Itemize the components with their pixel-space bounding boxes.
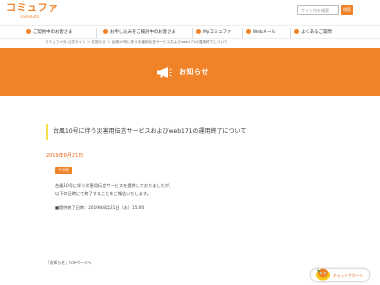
nav-item-current-customers[interactable]: ご契約中のお客さま [26, 28, 73, 38]
nav-item-label: ご契約中のお客さま [33, 30, 73, 35]
question-icon [294, 28, 299, 34]
logo-main-text: コミュファ [6, 3, 59, 14]
site-logo[interactable]: コミュファ commufa [6, 3, 59, 19]
nav-item-label: Myコミュファ [203, 30, 232, 35]
article-title: 台風10号に伴う災害用伝言サービスおよびweb171の運用終了について [46, 124, 333, 140]
end-time-line: ■提供終了日時：2019年8月21日（水）15:00 [55, 205, 145, 210]
document-icon [103, 28, 108, 34]
mail-icon [246, 28, 251, 34]
nav-item-webmail[interactable]: Webメール [246, 28, 276, 38]
chat-support-label: チャットサポート [333, 273, 364, 278]
global-nav: ご契約中のお客さま お申し込みをご検討中のお客さま Myコミュファ Webメール… [0, 25, 380, 39]
mascot-icon [316, 268, 330, 281]
site-header: コミュファ commufa サイト内を検索 検索 [0, 0, 380, 25]
nav-item-label: お申し込みをご検討中のお客さま [110, 30, 176, 35]
nav-item-my-commufa[interactable]: Myコミュファ [196, 28, 231, 38]
nav-item-prospective-customers[interactable]: お申し込みをご検討中のお客さま [103, 28, 176, 38]
news-top-link[interactable]: 「お知らせ」TOPページへ [46, 260, 91, 266]
body-line: 台風10号に伴う災害用伝言サービスを提供しておりましたが、 [55, 183, 174, 188]
search-button[interactable]: 検索 [341, 5, 353, 15]
nav-item-label: Webメール [253, 30, 276, 35]
hero-banner: お知らせ [0, 48, 380, 96]
body-line: 以下の日時にて終了することをご報告いたします。 [55, 190, 151, 196]
person-icon [26, 28, 31, 34]
article-body: 台風10号に伴う災害用伝言サービスを提供しておりましたが、 以下の日時にて終了す… [55, 182, 173, 212]
breadcrumb[interactable]: コミュファ光 公式サイト ＞ お知らせ ＞ 台風10号に伴う災害用伝言サービスお… [45, 40, 228, 45]
article-date: 2019年8月21日 [46, 153, 84, 159]
nav-divider [290, 28, 291, 38]
heart-icon [196, 28, 201, 34]
nav-item-faq[interactable]: よくあるご質問 [294, 28, 332, 38]
nav-item-label: よくあるご質問 [301, 30, 332, 35]
nav-divider [192, 28, 193, 38]
megaphone-icon [157, 66, 172, 78]
search-input[interactable]: サイト内を検索 [297, 5, 339, 15]
page-title: お知らせ [179, 68, 209, 76]
logo-sub-text: commufa [20, 14, 39, 19]
category-badge: その他 [55, 167, 72, 174]
nav-divider [242, 28, 243, 38]
nav-divider [96, 28, 97, 38]
chat-support-button[interactable]: チャットサポート [310, 268, 370, 282]
